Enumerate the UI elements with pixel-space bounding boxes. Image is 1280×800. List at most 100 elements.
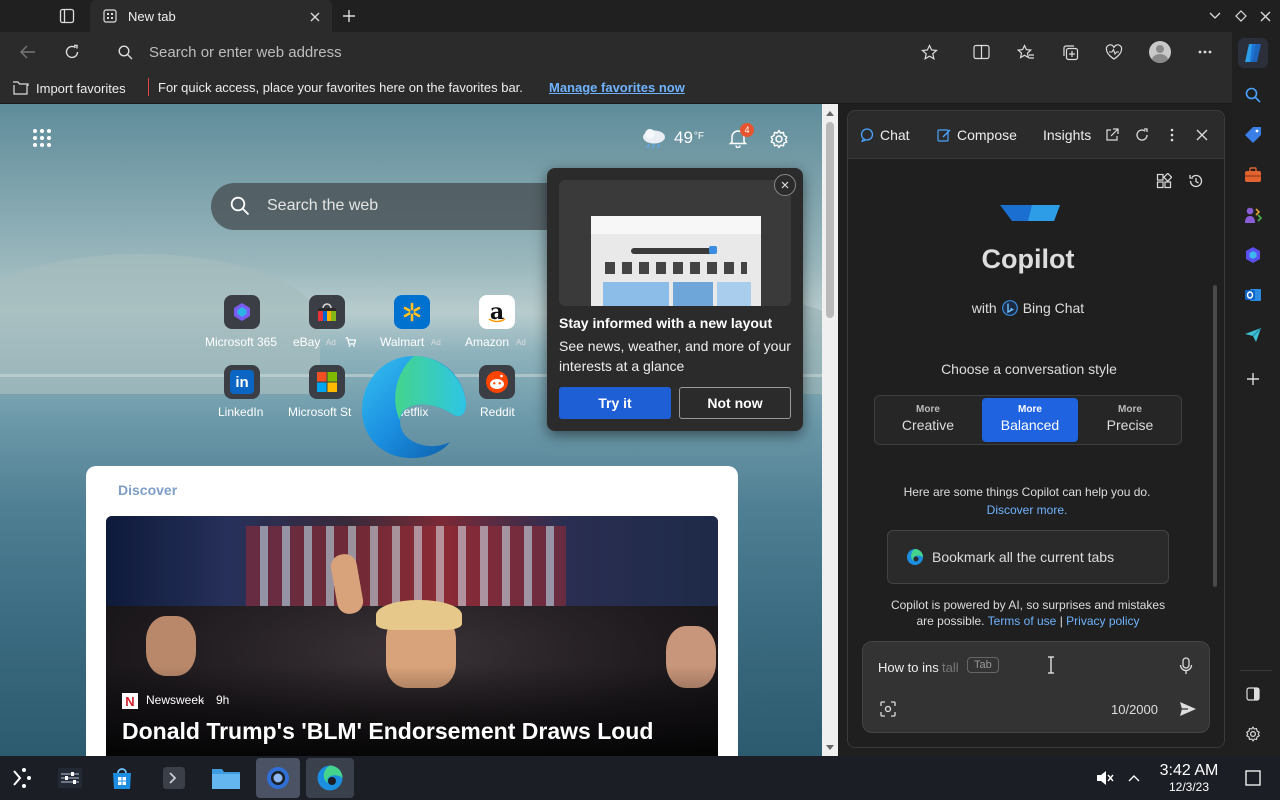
games-icon[interactable] xyxy=(1242,204,1264,226)
favorites-icon[interactable] xyxy=(1015,42,1037,62)
shopping-tag-icon[interactable] xyxy=(1242,124,1264,146)
help-text: Here are some things Copilot can help yo… xyxy=(903,485,1151,499)
browser-essentials-icon[interactable] xyxy=(1103,42,1125,62)
more-options-icon[interactable] xyxy=(1163,126,1181,144)
notifications-bell-icon[interactable]: 4 xyxy=(728,123,754,150)
terms-link[interactable]: Terms of use xyxy=(988,614,1057,628)
web-search-placeholder: Search the web xyxy=(267,197,379,214)
clock[interactable]: 3:42 AM 12/3/23 xyxy=(1150,762,1228,796)
import-favorites-button[interactable]: Import favorites xyxy=(12,78,126,98)
cart-icon xyxy=(345,337,356,347)
software-store-icon[interactable] xyxy=(104,760,140,796)
back-icon[interactable] xyxy=(16,42,40,62)
style-precise-button[interactable]: More Precise xyxy=(1082,401,1178,441)
web-search-box[interactable]: Search the web xyxy=(211,183,601,230)
manage-favorites-link[interactable]: Manage favorites now xyxy=(549,80,685,95)
quick-link-reddit[interactable]: Reddit xyxy=(460,365,534,419)
new-tab-button[interactable] xyxy=(338,6,360,26)
quick-link-amazon[interactable]: a Amazon Ad xyxy=(460,295,534,349)
taskbar xyxy=(0,756,1280,800)
style-creative-button[interactable]: More Creative xyxy=(880,401,976,441)
address-bar[interactable]: Search or enter web address xyxy=(104,37,954,67)
show-desktop-icon[interactable] xyxy=(1242,767,1264,789)
weather-widget[interactable]: 49 °F xyxy=(640,126,704,150)
quick-link-ebay[interactable]: eBay Ad xyxy=(290,295,364,349)
chat-input-box[interactable]: How to ins tall Tab 10/2000 xyxy=(862,641,1210,733)
profile-avatar[interactable] xyxy=(1149,41,1171,63)
tools-briefcase-icon[interactable] xyxy=(1242,164,1264,186)
tray-expand-chevron-icon[interactable] xyxy=(1124,768,1144,788)
edge-taskbar-icon[interactable] xyxy=(306,758,354,798)
scroll-up-icon[interactable] xyxy=(824,108,836,118)
scroll-down-icon[interactable] xyxy=(824,742,836,752)
minimize-diamond-icon[interactable] xyxy=(1232,8,1250,24)
split-screen-icon[interactable] xyxy=(970,42,992,62)
drop-send-icon[interactable] xyxy=(1242,324,1264,346)
style-balanced-button[interactable]: More Balanced xyxy=(982,398,1078,442)
app-launcher-icon[interactable] xyxy=(8,764,36,792)
close-tab-icon[interactable] xyxy=(306,8,324,26)
microphone-icon[interactable] xyxy=(1176,655,1196,677)
privacy-link[interactable]: Privacy policy xyxy=(1066,614,1139,628)
file-manager-icon[interactable] xyxy=(208,760,244,796)
sidebar-settings-icon[interactable] xyxy=(1242,723,1264,745)
search-sidebar-icon[interactable] xyxy=(1242,84,1264,106)
hide-sidebar-icon[interactable] xyxy=(1242,683,1264,705)
copilot-title: Copilot xyxy=(981,244,1075,274)
link-separator: | xyxy=(1059,614,1063,628)
system-settings-icon[interactable] xyxy=(52,760,88,796)
new-layout-popup: Stay informed with a new layout See news… xyxy=(547,168,803,431)
more-menu-icon[interactable] xyxy=(1194,42,1216,62)
tab-new-tab[interactable]: New tab xyxy=(90,0,332,32)
try-it-button[interactable]: Try it xyxy=(559,387,671,419)
add-sidebar-app-icon[interactable] xyxy=(1242,368,1264,390)
news-dot: · xyxy=(201,693,205,707)
close-window-icon[interactable] xyxy=(1256,8,1274,24)
compose-pencil-icon xyxy=(937,128,951,142)
outlook-icon[interactable] xyxy=(1242,284,1264,306)
close-popup-icon[interactable] xyxy=(774,174,796,196)
quick-link-walmart[interactable]: Walmart Ad xyxy=(375,295,449,349)
sidebar-divider xyxy=(1240,670,1272,671)
history-icon[interactable] xyxy=(1186,171,1206,191)
news-card[interactable]: N Newsweek · 9h Donald Trump's 'BLM' End… xyxy=(106,516,718,756)
quick-link-microsoft-store[interactable]: Microsoft St xyxy=(288,365,364,419)
screenshot-capture-icon[interactable] xyxy=(878,699,898,719)
style-label: Creative xyxy=(901,417,955,433)
close-pane-icon[interactable] xyxy=(1193,126,1211,144)
new-tab-icon xyxy=(102,8,118,24)
send-icon[interactable] xyxy=(1177,698,1199,720)
search-icon xyxy=(230,196,250,216)
chat-scrollbar[interactable] xyxy=(1213,285,1217,587)
refresh-chat-icon[interactable] xyxy=(1133,126,1151,144)
suggestion-bookmark-tabs[interactable]: Bookmark all the current tabs xyxy=(887,530,1169,584)
copilot-sidebar-icon[interactable] xyxy=(1238,38,1268,68)
style-small-label: More xyxy=(1018,404,1042,415)
tab-compose[interactable]: Compose xyxy=(937,126,1017,144)
discover-label[interactable]: Discover xyxy=(118,482,177,498)
terminal-icon[interactable] xyxy=(156,760,192,796)
apps-grid-icon[interactable] xyxy=(32,128,56,150)
open-in-new-icon[interactable] xyxy=(1103,126,1121,144)
quick-link-label: Walmart xyxy=(380,335,425,349)
tab-insights[interactable]: Insights xyxy=(1043,127,1091,143)
quick-link-linkedin[interactable]: in LinkedIn xyxy=(205,365,279,419)
discover-more-link[interactable]: Discover more. xyxy=(848,503,1206,517)
volume-muted-icon[interactable] xyxy=(1094,766,1116,790)
settings-gear-icon[interactable] xyxy=(767,128,791,150)
microsoft-365-sidebar-icon[interactable] xyxy=(1242,244,1264,266)
favorite-star-icon[interactable] xyxy=(918,42,940,62)
refresh-icon[interactable] xyxy=(60,42,84,62)
popup-title: Stay informed with a new layout xyxy=(559,315,773,331)
shopping-bag-icon xyxy=(309,295,345,329)
tab-list-chevron-icon[interactable] xyxy=(1206,8,1224,24)
not-now-button[interactable]: Not now xyxy=(679,387,791,419)
quick-link-microsoft-365[interactable]: Microsoft 365 xyxy=(205,295,279,349)
chromium-app-icon[interactable] xyxy=(256,758,300,798)
tab-actions-icon[interactable] xyxy=(56,6,78,26)
scrollbar-thumb[interactable] xyxy=(826,122,834,318)
chat-input-text: How to ins xyxy=(878,660,939,675)
plugins-icon[interactable] xyxy=(1154,171,1174,191)
tab-chat[interactable]: Chat xyxy=(860,126,910,144)
collections-icon[interactable] xyxy=(1059,42,1081,62)
